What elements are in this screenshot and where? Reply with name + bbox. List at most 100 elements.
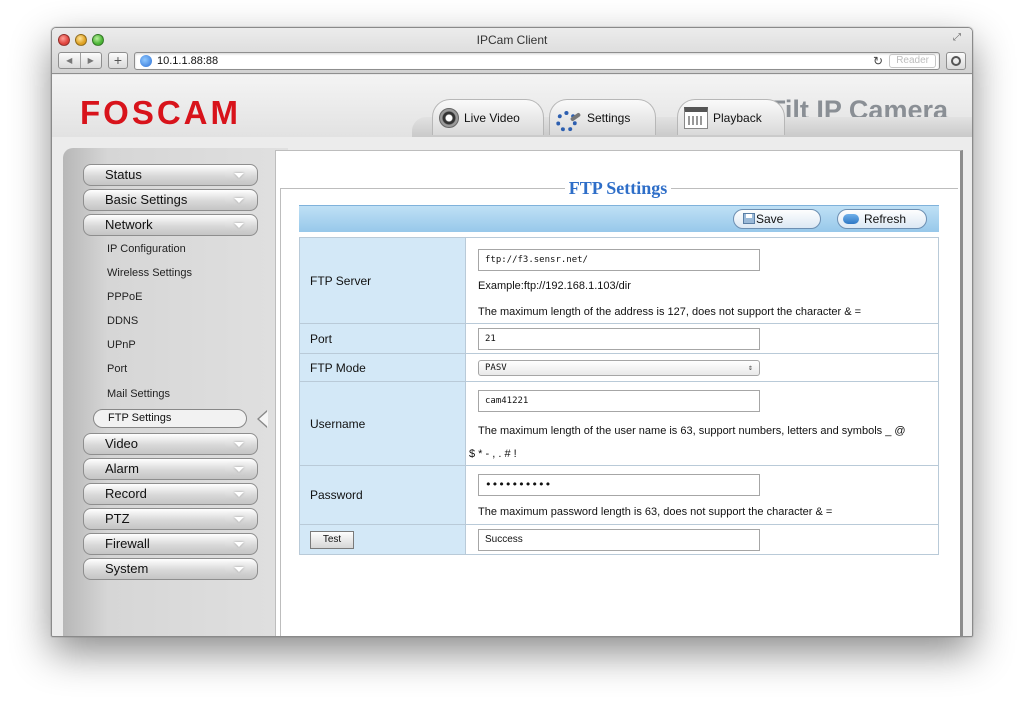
- sidebar-item-network[interactable]: Network: [83, 214, 258, 236]
- back-icon[interactable]: ◀: [59, 53, 81, 68]
- test-cell: Test: [299, 524, 466, 555]
- tab-label: Live Video: [464, 110, 520, 125]
- username-label: Username: [299, 381, 466, 466]
- section-heading: FTP Settings: [276, 178, 960, 199]
- chevron-down-icon: [225, 168, 251, 182]
- sidebar-item-alarm[interactable]: Alarm: [83, 458, 258, 480]
- username-input[interactable]: cam41221: [478, 390, 760, 412]
- ftp-mode-cell: PASV ⇕: [465, 353, 939, 382]
- sidebar-subitem-ip-configuration[interactable]: IP Configuration: [107, 243, 186, 255]
- sidebar-item-label: Record: [105, 486, 147, 501]
- add-bookmark-button[interactable]: +: [108, 52, 128, 69]
- refresh-icon: [843, 214, 859, 224]
- forward-icon[interactable]: ▶: [81, 53, 102, 68]
- tab-live-video[interactable]: Live Video: [432, 99, 544, 135]
- ftp-server-input[interactable]: ftp://f3.sensr.net/: [478, 248, 760, 271]
- sidebar-item-label: Network: [105, 217, 153, 232]
- port-input[interactable]: 21: [478, 327, 760, 350]
- sidebar-subitem-ddns[interactable]: DDNS: [107, 315, 138, 327]
- ftp-mode-value: PASV: [485, 362, 507, 373]
- sidebar-subitem-port[interactable]: Port: [107, 363, 127, 375]
- sidebar-item-video[interactable]: Video: [83, 433, 258, 455]
- table-row: FTP Server ftp://f3.sensr.net/ Example:f…: [299, 237, 939, 324]
- refresh-button[interactable]: Refresh: [837, 209, 927, 229]
- tab-label: Playback: [713, 110, 762, 125]
- sidebar-subitem-wireless-settings[interactable]: Wireless Settings: [107, 267, 192, 279]
- ftp-server-example: Example:ftp://192.168.1.103/dir: [478, 279, 631, 292]
- test-result-field: Success: [478, 528, 760, 551]
- fullscreen-icon[interactable]: ⤢: [953, 32, 965, 44]
- downloads-button[interactable]: [946, 52, 966, 70]
- sidebar-item-ptz[interactable]: PTZ: [83, 508, 258, 530]
- browser-window: IPCam Client ⤢ ◀ ▶ + 10.1.1.88:88 ↻ Read…: [51, 27, 973, 637]
- sidebar-subitem-mail-settings[interactable]: Mail Settings: [107, 388, 170, 400]
- chevron-down-icon: [225, 437, 251, 451]
- window-title: IPCam Client: [476, 33, 548, 47]
- table-row: Port 21: [299, 323, 939, 354]
- fieldset-border-left: [280, 188, 281, 636]
- webcam-icon: [439, 107, 459, 128]
- window-chrome: IPCam Client ⤢ ◀ ▶ + 10.1.1.88:88 ↻ Read…: [52, 28, 972, 74]
- sidebar-subitem-ftp-settings[interactable]: FTP Settings: [93, 409, 247, 428]
- username-note: The maximum length of the user name is 6…: [478, 425, 906, 437]
- sidebar-subitem-pppoe[interactable]: PPPoE: [107, 291, 142, 303]
- reload-icon[interactable]: ↻: [873, 54, 883, 68]
- sidebar-item-firewall[interactable]: Firewall: [83, 533, 258, 555]
- sidebar-subitem-upnp[interactable]: UPnP: [107, 339, 136, 351]
- chevron-down-icon: [225, 537, 251, 551]
- sidebar-item-label: Status: [105, 167, 142, 182]
- tab-settings[interactable]: Settings: [549, 99, 656, 135]
- save-label: Save: [756, 212, 784, 226]
- page-title: FTP Settings: [564, 178, 672, 198]
- sidebar-item-label: PTZ: [105, 511, 130, 526]
- password-note: The maximum password length is 63, does …: [478, 506, 833, 518]
- chevron-down-icon: [225, 462, 251, 476]
- foscam-logo: FOSCAM: [80, 94, 241, 131]
- password-label: Password: [299, 465, 466, 525]
- refresh-label: Refresh: [864, 212, 907, 226]
- port-cell: 21: [465, 323, 939, 354]
- ftp-server-cell: ftp://f3.sensr.net/ Example:ftp://192.16…: [465, 237, 939, 324]
- gear-icon: [556, 109, 582, 132]
- username-cell: cam41221 The maximum length of the user …: [465, 381, 939, 466]
- globe-icon: [140, 55, 152, 67]
- chevron-down-icon: [225, 218, 251, 232]
- table-row: FTP Mode PASV ⇕: [299, 353, 939, 382]
- tab-playback[interactable]: Playback: [677, 99, 785, 135]
- ftp-server-label: FTP Server: [299, 237, 466, 324]
- chevron-down-icon: [225, 487, 251, 501]
- sidebar-item-basic-settings[interactable]: Basic Settings: [83, 189, 258, 211]
- chevron-down-icon: [225, 562, 251, 576]
- ftp-settings-panel: FTP Settings Save Refresh FTP Server ftp…: [275, 150, 963, 636]
- test-button[interactable]: Test: [310, 530, 354, 549]
- header-banner: FOSCAM Tilt IP Camera Live Video Setting…: [52, 75, 972, 137]
- ftp-mode-select[interactable]: PASV ⇕: [478, 359, 760, 376]
- sidebar-item-label: Firewall: [105, 536, 150, 551]
- test-result-cell: Success: [465, 524, 939, 555]
- active-pointer-icon: [257, 410, 269, 428]
- sidebar-item-status[interactable]: Status: [83, 164, 258, 186]
- calendar-icon: [684, 106, 708, 129]
- sidebar-item-label: Basic Settings: [105, 192, 188, 207]
- sidebar-item-record[interactable]: Record: [83, 483, 258, 505]
- sidebar-item-label: System: [105, 561, 149, 576]
- chevron-down-icon: [225, 193, 251, 207]
- ftp-form-table: FTP Server ftp://f3.sensr.net/ Example:f…: [299, 237, 939, 555]
- url-text[interactable]: 10.1.1.88:88: [157, 55, 218, 67]
- save-button[interactable]: Save: [733, 209, 821, 229]
- sidebar-item-system[interactable]: System: [83, 558, 258, 580]
- action-bar: Save Refresh: [299, 205, 939, 232]
- select-arrows-icon: ⇕: [748, 362, 753, 372]
- sidebar-item-label: Alarm: [105, 461, 139, 476]
- nav-buttons: ◀ ▶: [58, 52, 102, 69]
- address-bar[interactable]: 10.1.1.88:88 ↻ Reader: [134, 52, 940, 70]
- table-row: Username cam41221 The maximum length of …: [299, 381, 939, 466]
- password-cell: •••••••••• The maximum password length i…: [465, 465, 939, 525]
- chevron-down-icon: [225, 512, 251, 526]
- floppy-icon: [743, 213, 755, 224]
- web-page: FOSCAM Tilt IP Camera Live Video Setting…: [52, 75, 972, 636]
- reader-button[interactable]: Reader: [889, 54, 936, 68]
- downloads-icon: [951, 56, 961, 66]
- port-label: Port: [299, 323, 466, 354]
- password-input[interactable]: ••••••••••: [478, 474, 760, 496]
